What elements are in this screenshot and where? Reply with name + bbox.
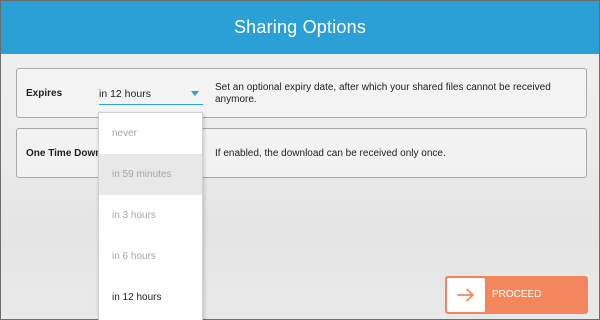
one-time-download-label: One Time Download bbox=[26, 148, 106, 159]
expires-description: Set an optional expiry date, after which… bbox=[215, 82, 551, 105]
expires-label: Expires bbox=[26, 88, 63, 99]
proceed-button[interactable]: PROCEED bbox=[445, 276, 588, 314]
one-time-download-description: If enabled, the download can be received… bbox=[215, 148, 446, 159]
header-bar: Sharing Options bbox=[1, 1, 599, 54]
dropdown-option-59-minutes[interactable]: in 59 minutes bbox=[99, 154, 202, 195]
expires-select[interactable]: in 12 hours bbox=[99, 81, 203, 105]
dropdown-option-never[interactable]: never bbox=[99, 113, 202, 154]
dropdown-option-6-hours[interactable]: in 6 hours bbox=[99, 236, 202, 277]
expires-dropdown: never in 59 minutes in 3 hours in 6 hour… bbox=[98, 112, 203, 320]
arrow-right-icon bbox=[447, 278, 485, 312]
caret-down-icon bbox=[191, 91, 199, 96]
dropdown-option-3-hours[interactable]: in 3 hours bbox=[99, 195, 202, 236]
proceed-label: PROCEED bbox=[492, 289, 542, 300]
expires-select-value: in 12 hours bbox=[99, 88, 151, 100]
dropdown-option-12-hours[interactable]: in 12 hours bbox=[99, 277, 202, 318]
page-title: Sharing Options bbox=[233, 17, 367, 37]
expires-row: Expires in 12 hours Set an optional expi… bbox=[16, 68, 587, 118]
